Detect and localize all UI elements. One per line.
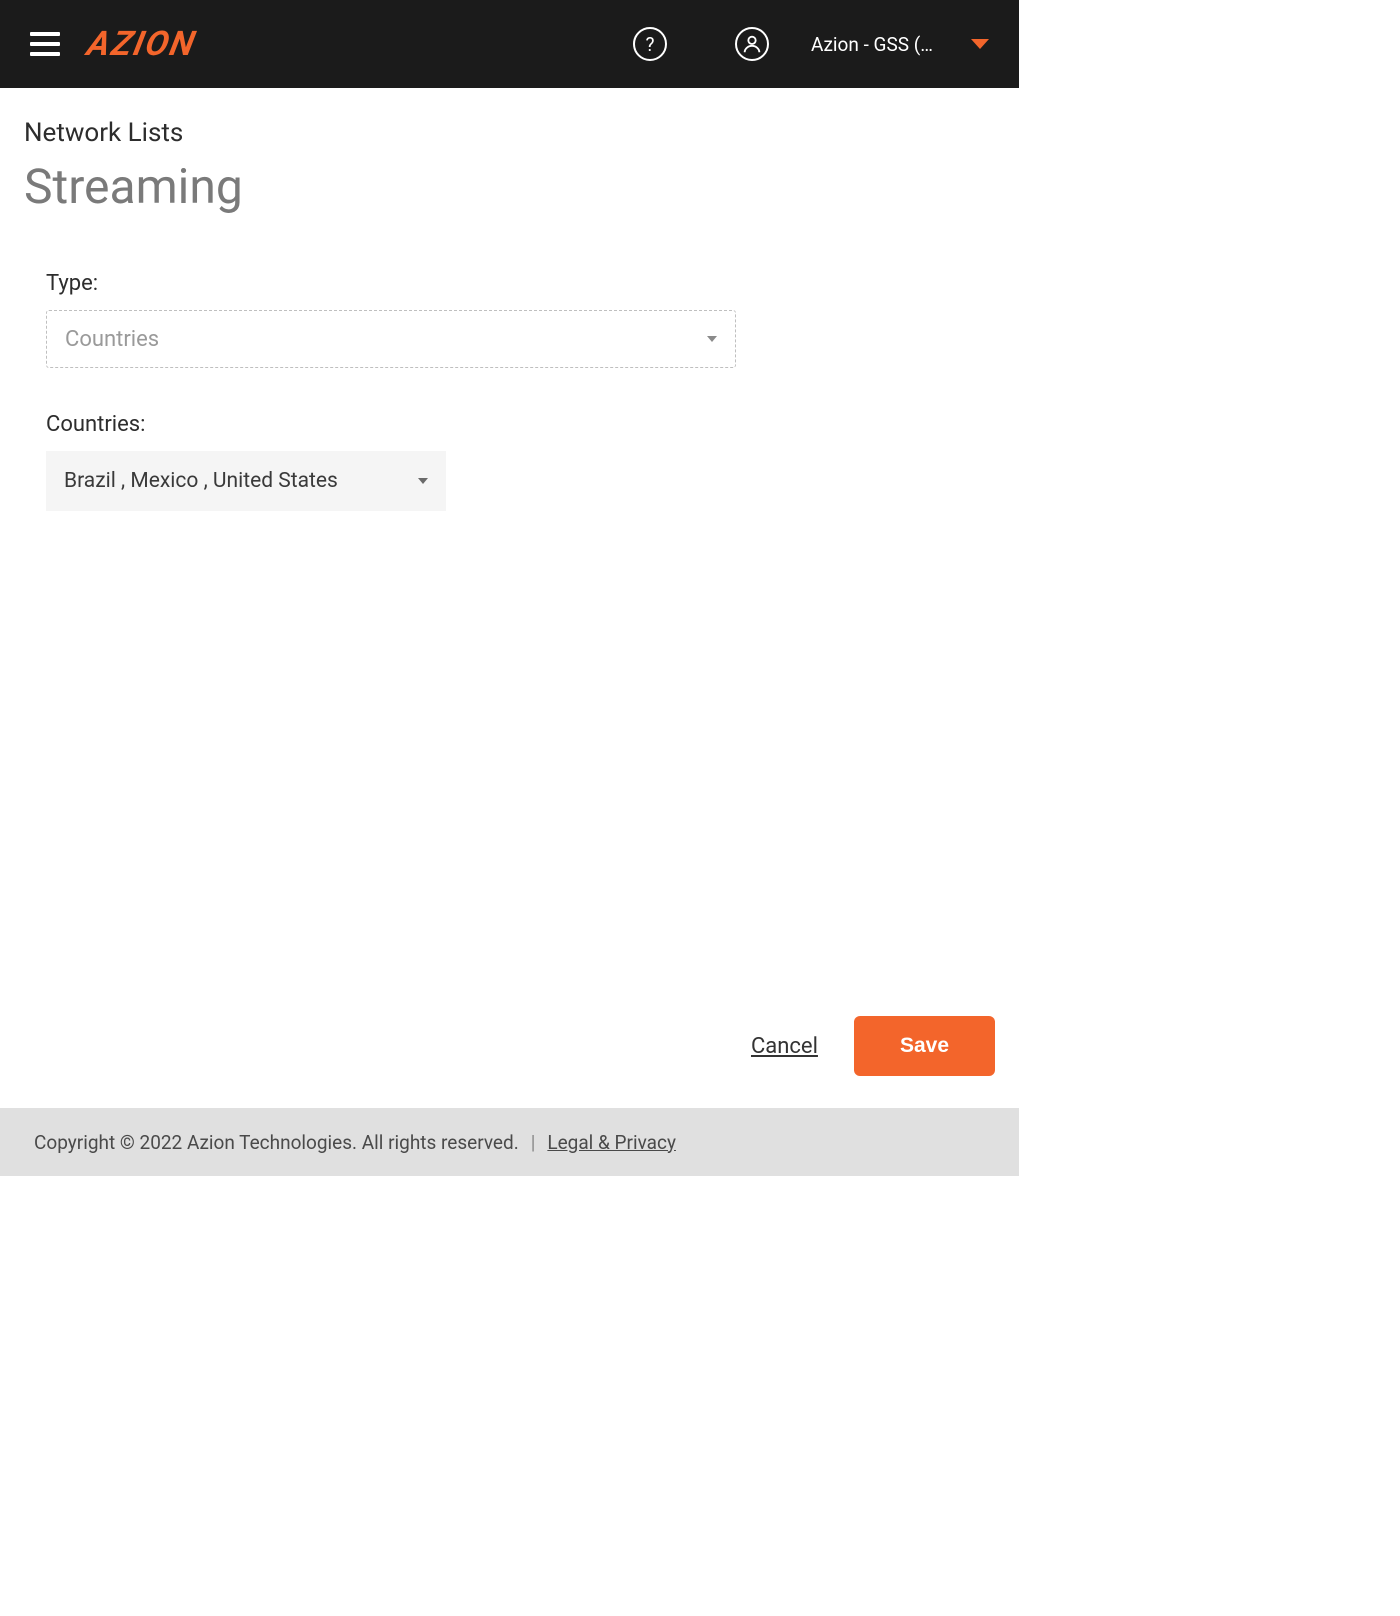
action-bar: Cancel Save (0, 1006, 1019, 1108)
hamburger-menu-icon[interactable] (30, 32, 60, 56)
type-select-value: Countries (65, 327, 159, 352)
save-button[interactable]: Save (854, 1016, 995, 1076)
form-area: Type: Countries Countries: Brazil , Mexi… (0, 251, 1019, 1006)
type-label: Type: (46, 271, 973, 296)
help-glyph: ? (646, 33, 655, 56)
footer-divider: | (531, 1131, 536, 1154)
page-title: Streaming (24, 158, 995, 215)
breadcrumb[interactable]: Network Lists (24, 118, 995, 148)
countries-select-value: Brazil , Mexico , United States (64, 469, 338, 493)
account-switcher-label[interactable]: Azion - GSS (… (811, 33, 933, 56)
cancel-button[interactable]: Cancel (751, 1034, 818, 1059)
copyright-text: Copyright © 2022 Azion Technologies. All… (34, 1131, 519, 1154)
top-bar: AZION ? Azion - GSS (… (0, 0, 1019, 88)
help-icon[interactable]: ? (633, 27, 667, 61)
chevron-down-icon[interactable] (971, 39, 989, 49)
legal-privacy-link[interactable]: Legal & Privacy (547, 1131, 676, 1154)
chevron-down-icon (707, 336, 717, 342)
title-block: Network Lists Streaming (0, 88, 1019, 251)
avatar-icon[interactable] (735, 27, 769, 61)
countries-select[interactable]: Brazil , Mexico , United States (46, 451, 446, 511)
footer: Copyright © 2022 Azion Technologies. All… (0, 1108, 1019, 1176)
countries-label: Countries: (46, 412, 973, 437)
logo[interactable]: AZION (84, 24, 200, 64)
chevron-down-icon (418, 478, 428, 484)
type-select[interactable]: Countries (46, 310, 736, 368)
